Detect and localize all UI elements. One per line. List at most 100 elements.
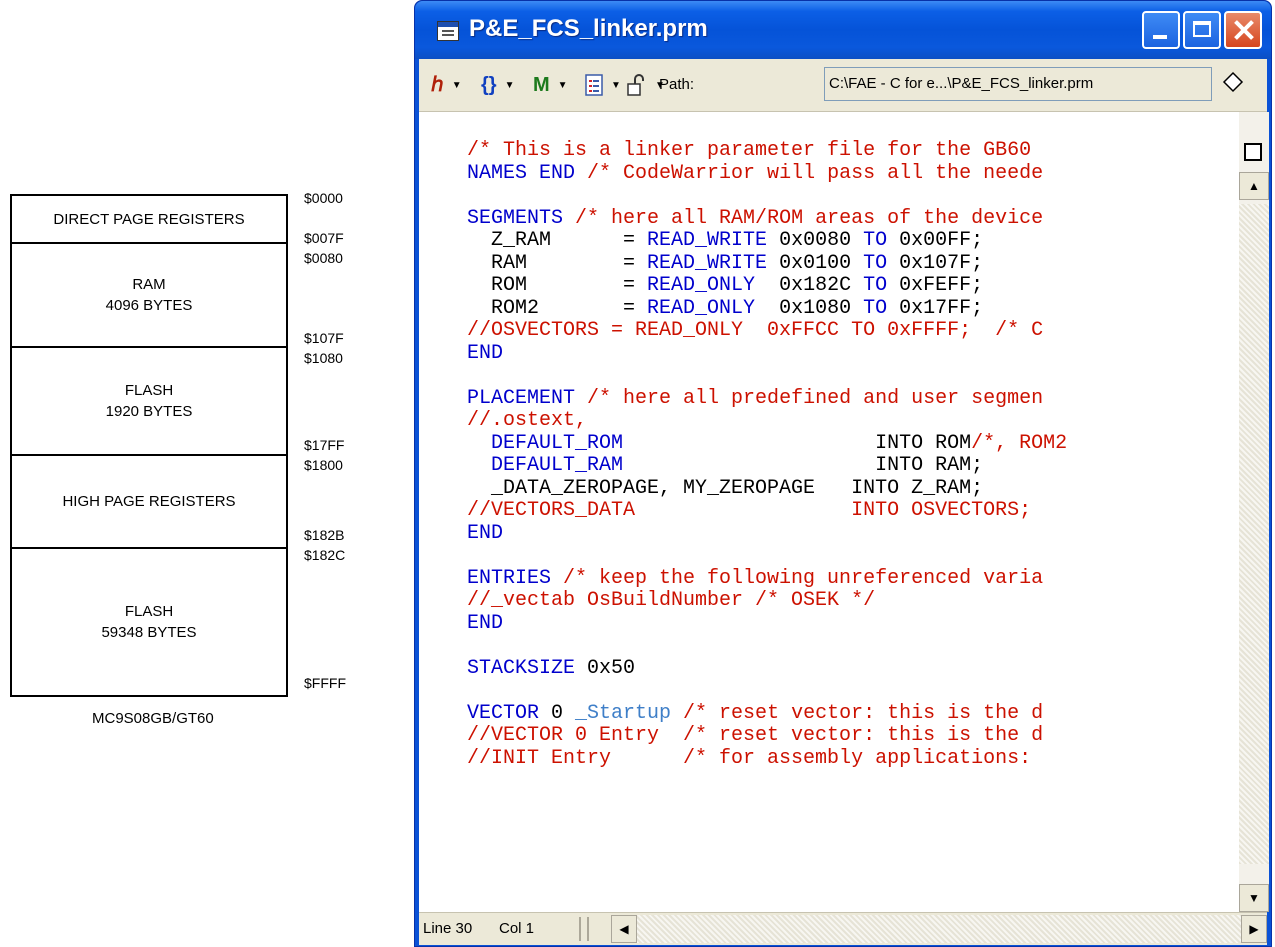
memory-map-caption: MC9S08GB/GT60 (92, 710, 214, 727)
code-token: //OSVECTORS = READ_ONLY 0xFFCC TO 0xFFFF… (467, 319, 1044, 342)
braces-menu-button[interactable]: {} ▼ (481, 73, 514, 97)
memory-address-label: $107F (304, 330, 344, 346)
horizontal-scrollbar[interactable]: ◀ ▶ (611, 915, 1267, 943)
code-line[interactable]: PLACEMENT /* here all predefined and use… (467, 387, 1067, 411)
close-button[interactable] (1224, 11, 1262, 49)
scroll-up-button[interactable]: ▲ (1239, 172, 1269, 200)
scroll-left-button[interactable]: ◀ (611, 915, 637, 943)
code-token: TO (863, 296, 888, 320)
code-line[interactable]: NAMES END /* CodeWarrior will pass all t… (467, 161, 1067, 186)
diamond-icon[interactable] (1222, 71, 1244, 93)
code-line[interactable]: DEFAULT_ROM INTO ROM/*, ROM2 (467, 431, 1067, 456)
code-token: //VECTORS_DATA INTO OSVECTORS; (467, 499, 1032, 522)
document-menu-button[interactable]: ▼ (585, 73, 621, 97)
markers-menu-button[interactable]: M ▼ (533, 73, 568, 97)
scroll-down-button[interactable]: ▼ (1239, 884, 1269, 912)
code-line[interactable]: _DATA_ZEROPAGE, MY_ZEROPAGE INTO Z_RAM; (467, 476, 1067, 501)
code-line[interactable]: ENTRIES /* keep the following unreferenc… (467, 566, 1067, 591)
code-token: DEFAULT_RAM (467, 454, 624, 477)
code-token: _DATA_ZEROPAGE, MY_ZEROPAGE INTO Z_RAM; (467, 476, 984, 500)
code-line[interactable]: SEGMENTS /* here all RAM/ROM areas of th… (467, 207, 1067, 231)
memory-address-label: $007F (304, 230, 344, 246)
code-token: END (467, 611, 504, 635)
code-line[interactable]: //OSVECTORS = READ_ONLY 0xFFCC TO 0xFFFF… (467, 319, 1067, 343)
title-bar[interactable]: P&E_FCS_linker.prm (415, 1, 1271, 59)
code-line[interactable]: END (467, 611, 1067, 636)
code-token: TO (863, 251, 888, 275)
code-line[interactable]: ​ (467, 635, 1067, 658)
code-token: END (467, 521, 504, 545)
code-text[interactable]: /* This is a linker parameter file for t… (467, 139, 1067, 771)
code-line[interactable]: //.ostext, (467, 409, 1067, 433)
code-token: TO (863, 274, 888, 297)
code-line[interactable]: //_vectab OsBuildNumber /* OSEK */ (467, 589, 1067, 613)
code-token: _Startup (575, 701, 672, 725)
memory-address-label: $182C (304, 547, 346, 563)
dropdown-arrow-icon: ▼ (504, 79, 515, 91)
code-line[interactable]: END (467, 342, 1067, 366)
code-line[interactable]: //VECTORS_DATA INTO OSVECTORS; (467, 499, 1067, 523)
memory-block-name: DIRECT PAGE REGISTERS (53, 210, 245, 228)
code-token: RAM = (467, 251, 648, 275)
document-icon[interactable] (437, 21, 459, 41)
code-editor[interactable]: /* This is a linker parameter file for t… (419, 112, 1239, 912)
marker-icon: M (533, 74, 550, 96)
code-token: /* reset vector: this is the d (671, 701, 1044, 725)
code-token: //_vectab OsBuildNumber /* OSEK */ (467, 589, 876, 612)
code-line[interactable]: Z_RAM = READ_WRITE 0x0080 TO 0x00FF; (467, 229, 1067, 253)
code-line[interactable]: //INIT Entry /* for assembly application… (467, 746, 1067, 771)
code-token: //.ostext, (467, 409, 588, 432)
memory-map-diagram: DIRECT PAGE REGISTERS RAM 4096 BYTES FLA… (0, 0, 420, 947)
memory-block-flash-2: FLASH 59348 BYTES (10, 547, 288, 697)
maximize-button[interactable] (1183, 11, 1221, 49)
memory-block-size: 1920 BYTES (105, 403, 193, 420)
code-token: NAMES END (467, 161, 588, 185)
code-line[interactable]: RAM = READ_WRITE 0x0100 TO 0x107F; (467, 251, 1067, 276)
scroll-right-button[interactable]: ▶ (1241, 915, 1267, 943)
code-token: READ_WRITE (647, 229, 768, 252)
code-token: //INIT Entry /* for assembly application… (467, 746, 1044, 770)
vertical-scrollbar[interactable]: ▲ ▼ (1239, 112, 1269, 912)
functions-menu-button[interactable]: ℎ ▼ (431, 73, 462, 97)
code-token: /* keep the following unreferenced varia (563, 566, 1044, 590)
code-token: ENTRIES (467, 566, 564, 590)
code-line[interactable]: /* This is a linker parameter file for t… (467, 139, 1067, 163)
code-token: INTO ROM (623, 431, 972, 455)
code-line[interactable]: STACKSIZE 0x50 (467, 656, 1067, 681)
dropdown-arrow-icon: ▼ (611, 79, 621, 91)
status-bar: Line 30 Col 1 ◀ ▶ (419, 912, 1267, 945)
code-line[interactable]: ROM2 = READ_ONLY 0x1080 TO 0x17FF; (467, 296, 1067, 321)
memory-block-ram: RAM 4096 BYTES (10, 242, 288, 348)
memory-address-label: $0080 (304, 250, 343, 266)
column-number: Col 1 (499, 920, 535, 937)
code-token: ROM = (467, 274, 648, 297)
code-line[interactable]: ​ (467, 545, 1067, 568)
memory-block-size: 59348 BYTES (101, 624, 197, 641)
code-line[interactable]: ​ (467, 365, 1067, 388)
file-path-field[interactable]: C:\FAE - C for e...\P&E_FCS_linker.prm (824, 67, 1212, 101)
code-line[interactable]: VECTOR 0 _Startup /* reset vector: this … (467, 701, 1067, 726)
memory-address-label: $17FF (304, 437, 345, 453)
scroll-thumb[interactable] (1239, 204, 1269, 864)
code-token: 0 (551, 701, 576, 725)
memory-block-direct-page-registers: DIRECT PAGE REGISTERS (10, 194, 288, 244)
code-line[interactable]: DEFAULT_RAM INTO RAM; (467, 454, 1067, 478)
document-list-icon (585, 74, 603, 96)
unlock-icon (627, 74, 644, 96)
code-line[interactable]: END (467, 521, 1067, 546)
minimize-button[interactable] (1142, 11, 1180, 49)
code-line[interactable]: ​ (467, 185, 1067, 208)
code-line[interactable]: ​ (467, 680, 1067, 703)
code-token: 0xFEFF; (887, 274, 984, 297)
memory-block-size: 4096 BYTES (105, 297, 193, 314)
code-line[interactable]: ROM = READ_ONLY 0x182C TO 0xFEFF; (467, 274, 1067, 298)
code-token: /* This is a linker parameter file for t… (467, 139, 1044, 162)
code-token: Z_RAM = (467, 229, 648, 252)
split-pane-icon[interactable] (1244, 143, 1262, 161)
code-token: //VECTOR 0 Entry /* reset vector: this i… (467, 724, 1044, 747)
code-token: VECTOR (467, 701, 552, 725)
code-token: 0x182C (755, 274, 864, 297)
memory-block-name: RAM (132, 276, 166, 293)
code-line[interactable]: //VECTOR 0 Entry /* reset vector: this i… (467, 724, 1067, 748)
code-token: STACKSIZE (467, 656, 588, 680)
